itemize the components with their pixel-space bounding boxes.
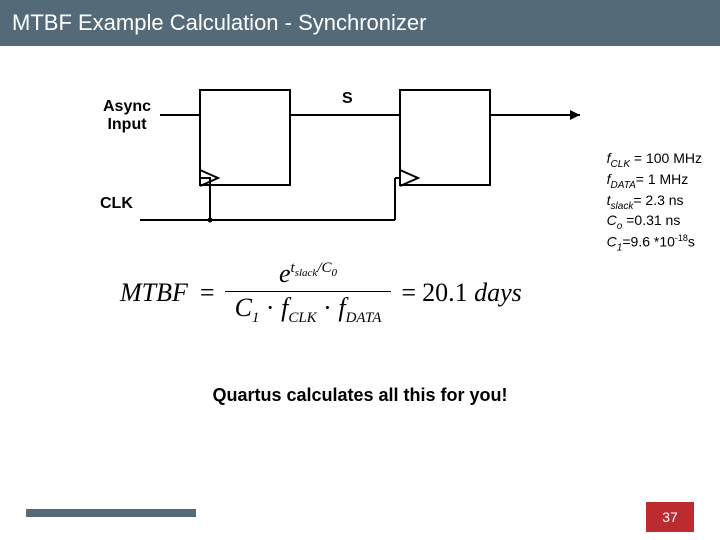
formula-result-unit: days [474, 278, 522, 308]
label-clk: CLK [100, 195, 133, 213]
quartus-note: Quartus calculates all this for you! [0, 385, 720, 406]
synchronizer-diagram: Async Input S CLK fCLK = 100 MHz fDATA= … [0, 60, 720, 250]
page-number: 37 [646, 502, 694, 532]
slide-title: MTBF Example Calculation - Synchronizer [12, 10, 426, 36]
param-fdata: fDATA= 1 MHz [607, 171, 702, 192]
formula-fraction: etslack/C0 C1 · fCLK · fDATA [225, 260, 392, 326]
param-tslack: tslack= 2.3 ns [607, 192, 702, 213]
mtbf-formula: MTBF = etslack/C0 C1 · fCLK · fDATA = 20… [120, 260, 580, 326]
formula-lhs: MTBF [120, 278, 188, 308]
parameter-list: fCLK = 100 MHz fDATA= 1 MHz tslack= 2.3 … [607, 150, 702, 255]
formula-result-value: 20.1 [422, 278, 468, 308]
param-fclk: fCLK = 100 MHz [607, 150, 702, 171]
equals-sign: = [200, 278, 215, 308]
label-async-input: Async Input [92, 98, 162, 134]
slide-title-bar: MTBF Example Calculation - Synchronizer [0, 0, 720, 46]
param-c1: C1=9.6 *10-18s [607, 233, 702, 254]
param-co: Co =0.31 ns [607, 212, 702, 233]
label-signal-s: S [342, 90, 353, 108]
equals-sign-2: = [401, 278, 416, 308]
footer-accent [26, 509, 196, 517]
footer-bar: 37 [0, 502, 720, 532]
